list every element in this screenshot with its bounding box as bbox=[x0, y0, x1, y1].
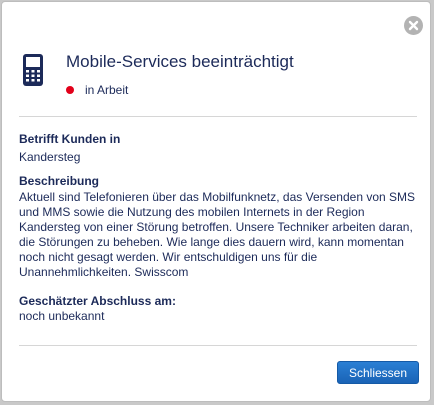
affected-label: Betrifft Kunden in bbox=[19, 132, 121, 146]
description-text: Aktuell sind Telefonieren über das Mobil… bbox=[19, 190, 416, 279]
close-button[interactable]: Schliessen bbox=[337, 361, 419, 384]
description-label: Beschreibung bbox=[19, 174, 100, 188]
divider bbox=[19, 345, 417, 346]
status-indicator: in Arbeit bbox=[66, 82, 128, 98]
status-dot-icon bbox=[66, 86, 74, 94]
service-disruption-dialog: Mobile-Services beeinträchtigt in Arbeit… bbox=[1, 1, 431, 402]
status-label: in Arbeit bbox=[85, 83, 129, 97]
mobile-phone-icon bbox=[22, 53, 44, 92]
estimate-label: Geschätzter Abschluss am: bbox=[19, 294, 176, 308]
affected-value: Kandersteg bbox=[19, 150, 81, 164]
estimate-value: noch unbekannt bbox=[19, 309, 105, 323]
divider bbox=[19, 116, 417, 117]
close-icon[interactable] bbox=[404, 16, 423, 35]
dialog-title: Mobile-Services beeinträchtigt bbox=[66, 52, 294, 71]
